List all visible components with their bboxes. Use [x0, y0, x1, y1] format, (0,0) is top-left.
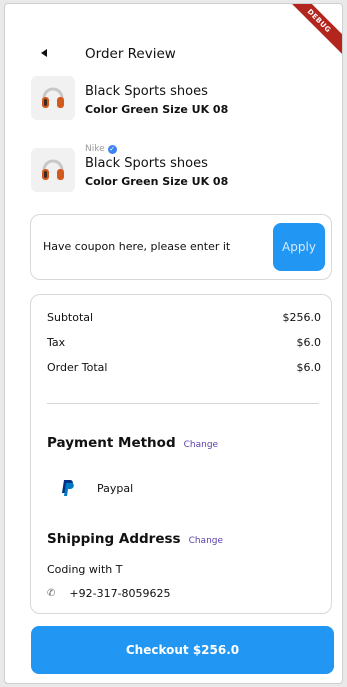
order-total-value: $6.0 [296, 361, 322, 374]
paypal-icon [62, 480, 74, 496]
product-title: Black Sports shoes [85, 156, 208, 171]
verified-icon: ✓ [107, 144, 117, 154]
payment-method-title: Payment Method [47, 435, 176, 451]
product-variant: Color Green Size UK 08 [85, 103, 229, 116]
back-arrow-icon[interactable] [41, 49, 47, 57]
change-address-link[interactable]: Change [189, 536, 223, 546]
shipping-address-title: Shipping Address [47, 531, 181, 547]
payment-method-name: Paypal [97, 481, 134, 495]
product-brand: Nike [85, 144, 105, 154]
subtotal-row: Subtotal $256.0 [47, 311, 321, 324]
subtotal-label: Subtotal [47, 311, 94, 324]
payment-method-header: Payment Method Change [47, 435, 218, 451]
product-image [31, 148, 75, 192]
shipping-contact-name: Coding with T [47, 563, 123, 576]
product-image [31, 76, 75, 120]
headphones-icon [42, 159, 64, 180]
order-total-row: Order Total $6.0 [47, 361, 321, 374]
product-item[interactable]: Nike ✓ Black Sports shoes Color Green Si… [31, 144, 321, 194]
order-summary-card: Subtotal $256.0 Tax $6.0 Order Total $6.… [30, 294, 332, 614]
order-total-label: Order Total [47, 361, 108, 374]
tax-value: $6.0 [296, 336, 322, 349]
checkout-button[interactable]: Checkout $256.0 [31, 626, 334, 674]
tax-label: Tax [47, 336, 66, 349]
headphones-icon [42, 87, 64, 108]
subtotal-value: $256.0 [282, 311, 322, 324]
tax-row: Tax $6.0 [47, 336, 321, 349]
product-title: Black Sports shoes [85, 84, 208, 99]
product-brand-row: Nike ✓ [85, 144, 117, 154]
phone-icon: ✆ [47, 588, 56, 599]
product-variant: Color Green Size UK 08 [85, 175, 229, 188]
apply-coupon-button[interactable]: Apply [273, 223, 325, 271]
app-bar: Order Review [5, 40, 342, 70]
change-payment-link[interactable]: Change [184, 440, 218, 450]
page-title: Order Review [85, 46, 176, 62]
divider [47, 403, 319, 404]
phone-screen: DEBUG Order Review Black Sports shoes Co… [4, 3, 343, 684]
coupon-box: Have coupon here, please enter it Apply [30, 214, 332, 280]
payment-option[interactable]: Paypal [61, 479, 133, 497]
shipping-phone: +92-317-8059625 [69, 587, 171, 600]
shipping-phone-row: ✆ +92-317-8059625 [47, 587, 171, 600]
shipping-address-header: Shipping Address Change [47, 531, 223, 547]
product-item[interactable]: Black Sports shoes Color Green Size UK 0… [31, 76, 321, 122]
coupon-input[interactable]: Have coupon here, please enter it [43, 240, 230, 253]
